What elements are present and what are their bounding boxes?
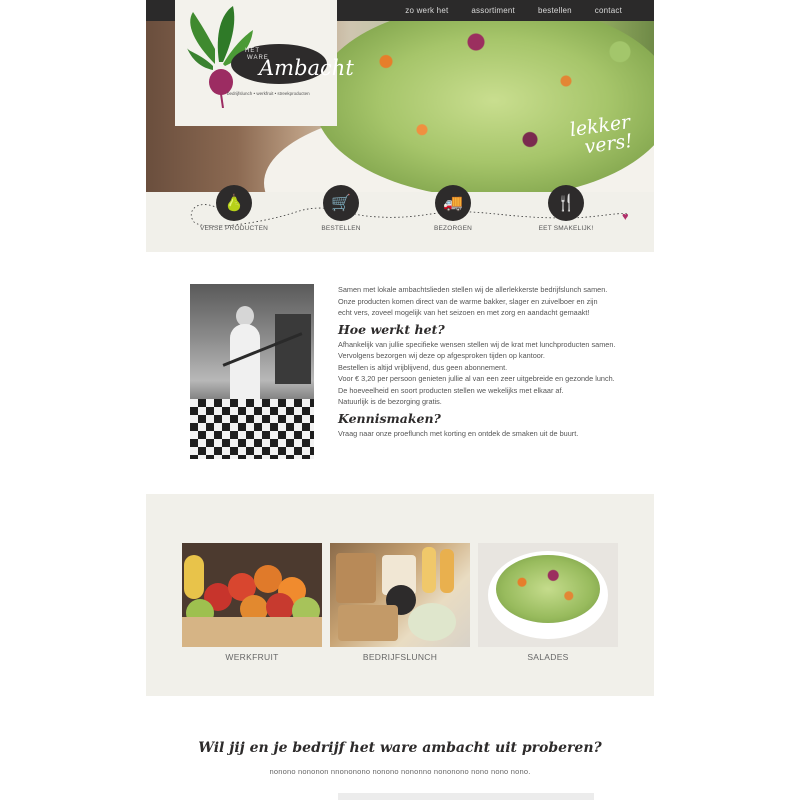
hero-salad-image [314, 21, 654, 192]
step-label: BESTELLEN [321, 225, 361, 232]
nav-link-contact[interactable]: contact [595, 6, 622, 15]
baker-photo [190, 284, 314, 459]
photo-oven [275, 314, 311, 384]
products-section: WERKFRUIT BEDRIJFSLUNCH SALADES [146, 494, 654, 696]
hero-tagline: lekker vers! [569, 111, 635, 159]
step-bestellen[interactable]: 🛒 BESTELLEN [301, 185, 381, 232]
bedrijfslunch-image [330, 543, 470, 647]
how-line: Voor € 3,20 per persoon genieten jullie … [338, 374, 615, 383]
how-line: Afhankelijk van jullie specifieke wensen… [338, 339, 616, 349]
intro-line: echt vers, zoveel mogelijk van het seizo… [338, 308, 590, 317]
how-line: De hoeveelheid en soort producten stelle… [338, 385, 564, 395]
photo-checkered-floor [190, 399, 314, 459]
heart-icon: ♥ [622, 211, 629, 223]
logo[interactable]: HET WARE Ambacht bedrijfslunch • werkfru… [175, 0, 354, 126]
logo-name: Ambacht [259, 56, 354, 80]
product-card-werkfruit[interactable]: WERKFRUIT [182, 543, 322, 662]
step-label: BEZORGEN [433, 225, 473, 232]
how-line: Vervolgens bezorgen wij deze op afgespro… [338, 351, 545, 360]
step-verse-producten[interactable]: 🍐 VERSE PRODUCTEN [194, 185, 274, 232]
cta-subtitle: nonono nononon nnononono nonono nononno … [269, 767, 531, 776]
logo-het: HET [245, 48, 260, 54]
truck-icon: 🚚 [435, 185, 471, 221]
nav-link-zo-werk-het[interactable]: zo werk het [405, 6, 448, 15]
how-title: Hoe werkt het? [338, 321, 445, 337]
logo-subtitle: bedrijfslunch • werkfruit • streekproduc… [227, 91, 310, 96]
about-text: Samen met lokale ambachtslieden stellen … [338, 284, 638, 439]
nav-link-assortiment[interactable]: assortiment [471, 6, 515, 15]
step-label: EET SMAKELIJK! [538, 225, 594, 232]
werkfruit-image [182, 543, 322, 647]
fruit-crate [182, 617, 322, 647]
salades-image [478, 543, 618, 647]
how-line: Bestellen is altijd vrijblijvend, dus ge… [338, 362, 508, 372]
step-label: VERSE PRODUCTEN [199, 225, 268, 232]
pear-icon: 🍐 [216, 185, 252, 221]
photo-head [236, 306, 254, 326]
nav-link-bestellen[interactable]: bestellen [538, 6, 572, 15]
product-caption: SALADES [527, 652, 569, 662]
product-card-bedrijfslunch[interactable]: BEDRIJFSLUNCH [330, 543, 470, 662]
cta-input-field[interactable] [338, 793, 594, 800]
product-caption: WERKFRUIT [225, 652, 279, 662]
meet-text: Vraag naar onze proeflunch met korting e… [338, 428, 579, 438]
cta-title: Wil jij en je bedrijf het ware ambacht u… [198, 740, 602, 756]
main-nav: zo werk het assortiment bestellen contac… [405, 0, 622, 21]
intro-line: Onze producten komen direct van de warme… [338, 296, 598, 306]
intro-line: Samen met lokale ambachtslieden stellen … [338, 285, 608, 294]
product-card-salades[interactable]: SALADES [478, 543, 618, 662]
step-bezorgen[interactable]: 🚚 BEZORGEN [413, 185, 493, 232]
salad-mix [496, 555, 600, 623]
product-caption: BEDRIJFSLUNCH [362, 652, 438, 662]
steps-strip: 🍐 VERSE PRODUCTEN 🛒 BESTELLEN 🚚 BEZORGEN… [146, 185, 654, 252]
page: zo werk het assortiment bestellen contac… [146, 0, 654, 800]
meet-title: Kennismaken? [338, 410, 441, 426]
how-line: Natuurlijk is de bezorging gratis. [338, 397, 442, 406]
cart-icon: 🛒 [323, 185, 359, 221]
cutlery-icon: 🍴 [548, 185, 584, 221]
step-eet-smakelijk[interactable]: 🍴 EET SMAKELIJK! [526, 185, 606, 232]
